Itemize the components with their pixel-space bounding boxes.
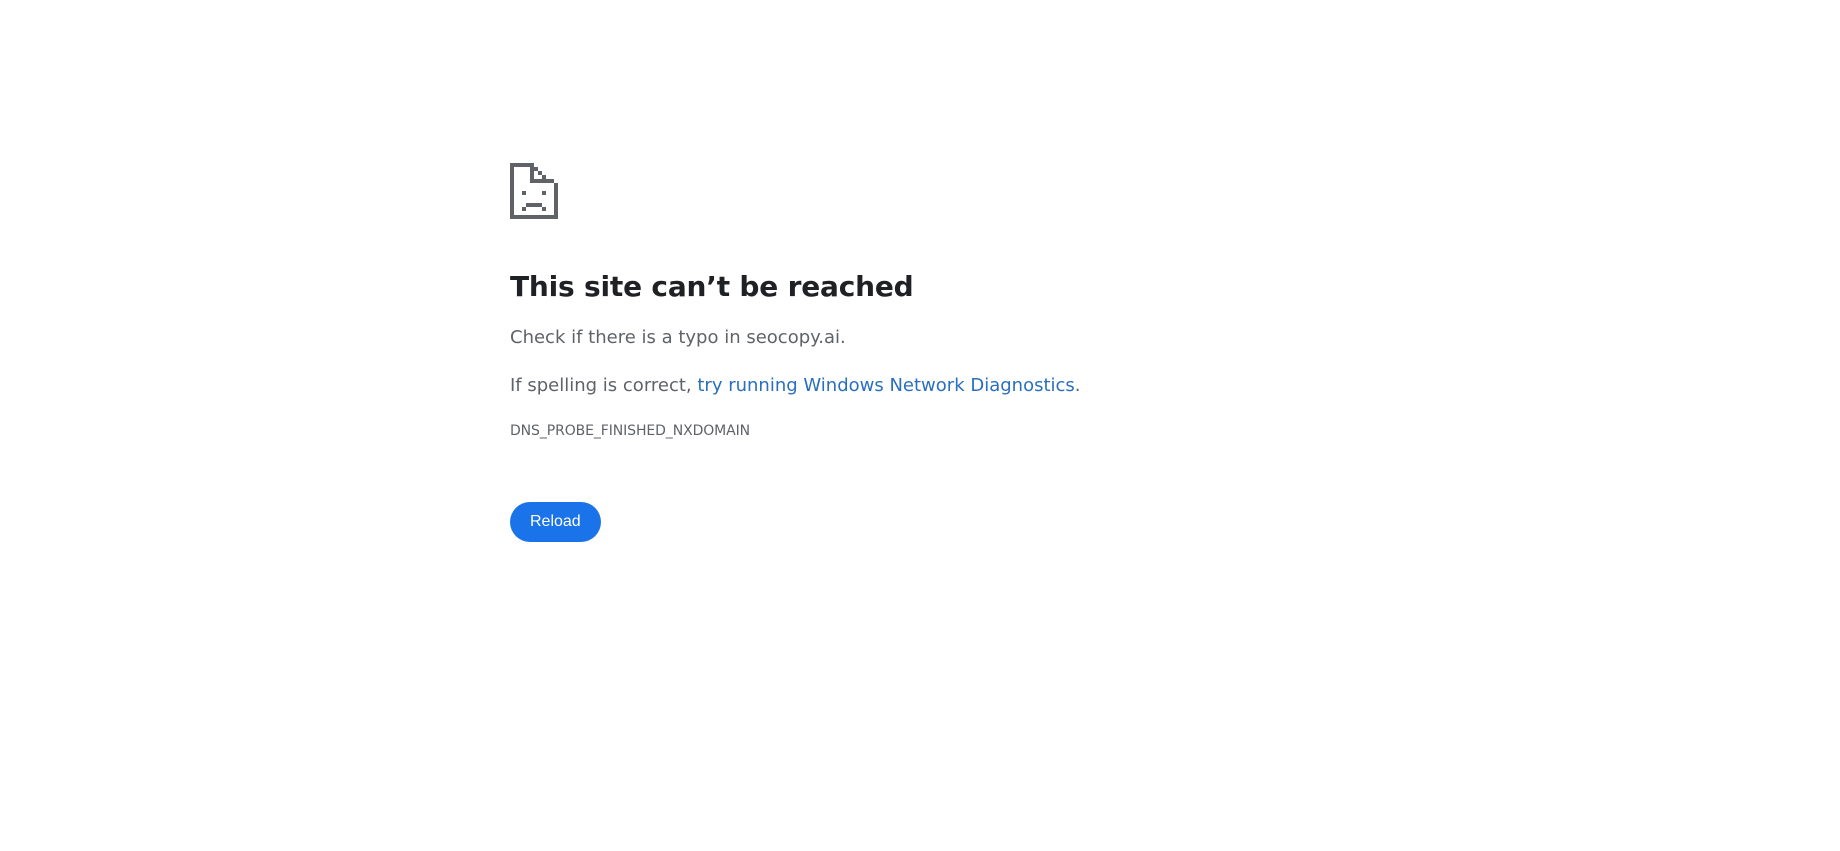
network-diagnostics-link[interactable]: try running Windows Network Diagnostics: [697, 375, 1074, 396]
error-content: This site can’t be reached Check if ther…: [510, 163, 1410, 542]
sad-document-icon: [510, 163, 558, 219]
error-title: This site can’t be reached: [510, 270, 914, 303]
reload-button[interactable]: Reload: [510, 502, 601, 542]
spelling-message-prefix: If spelling is correct,: [510, 375, 698, 396]
spelling-message-suffix: .: [1074, 375, 1081, 396]
spelling-message: If spelling is correct, try running Wind…: [510, 373, 1410, 399]
error-code: DNS_PROBE_FINISHED_NXDOMAIN: [510, 423, 751, 439]
error-page: This site can’t be reached Check if ther…: [0, 0, 1840, 851]
typo-message: Check if there is a typo in seocopy.ai.: [510, 327, 846, 348]
